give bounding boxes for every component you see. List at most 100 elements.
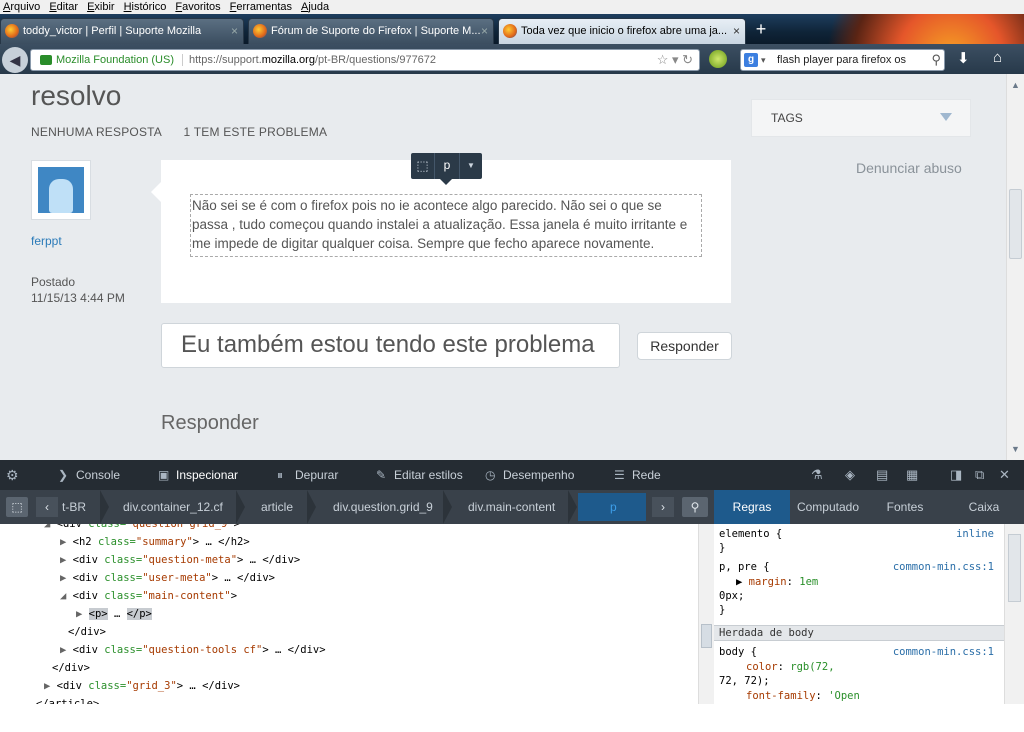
crumb-scroll-right-icon[interactable]: › (652, 497, 674, 517)
scratchpad-icon[interactable]: ▦ (906, 467, 918, 483)
url-bar[interactable]: Mozilla Foundation (US) https://support.… (30, 49, 700, 71)
expand-icon[interactable]: ▶ (736, 576, 749, 588)
markup-node[interactable]: </div> (52, 659, 90, 677)
scroll-down-icon[interactable]: ▼ (1011, 444, 1020, 454)
tab-inspector[interactable]: ▣ Inspecionar (154, 460, 238, 490)
rules-scrollbar[interactable] (1004, 524, 1024, 704)
tab-close-icon[interactable]: × (481, 19, 488, 43)
tags-dropdown[interactable]: TAGS (751, 99, 971, 137)
tab-box[interactable]: Caixa (944, 490, 1024, 524)
menu-exibir[interactable]: Exibir (84, 0, 121, 14)
menu-favoritos[interactable]: Favoritos (172, 0, 226, 14)
menu-editar[interactable]: Editar (46, 0, 84, 14)
breadcrumb-item[interactable]: t-BR (62, 490, 86, 524)
avatar[interactable] (31, 160, 91, 220)
tab-console[interactable]: ❯ Console (54, 460, 120, 490)
reply-button[interactable]: Responder (637, 332, 732, 360)
search-input[interactable]: g ▾ flash player para firefox os ⚲ (740, 49, 945, 71)
scroll-up-icon[interactable]: ▲ (1011, 80, 1020, 90)
google-icon[interactable]: g (744, 53, 758, 67)
tab-rules[interactable]: Regras (714, 490, 790, 524)
expand-icon[interactable]: ▶ (60, 536, 73, 548)
home-icon[interactable]: ⌂ (993, 49, 1002, 66)
expand-icon[interactable]: ▶ (76, 608, 89, 620)
dock-side-icon[interactable]: ◨ (950, 467, 962, 483)
tab-close-icon[interactable]: × (231, 19, 238, 43)
markup-node[interactable]: ▶ <p> … </p> (76, 605, 152, 623)
breadcrumb-item[interactable]: div.container_12.cf (123, 490, 223, 524)
tab-performance[interactable]: ◷ Desempenho (481, 460, 574, 490)
rule-declaration[interactable]: ▶ margin: 1em (736, 575, 818, 589)
menu-historico[interactable]: Histórico (121, 0, 173, 14)
breadcrumb-item[interactable]: article (261, 490, 293, 524)
tab-computed[interactable]: Computado (790, 490, 866, 524)
markup-node[interactable]: ▶ <div class="question-tools cf"> … </di… (60, 641, 326, 659)
close-icon[interactable]: ✕ (999, 467, 1010, 483)
markup-node[interactable]: ▶ <div class="question-meta"> … </div> (60, 551, 300, 569)
expand-icon[interactable]: ▶ (60, 644, 73, 656)
tab-network[interactable]: ☰ Rede (610, 460, 661, 490)
markup-scrollbar[interactable] (698, 524, 714, 704)
search-go-icon[interactable]: ⚲ (931, 50, 941, 70)
scroll-thumb[interactable] (701, 624, 712, 648)
collapse-icon[interactable]: ◢ (60, 590, 73, 602)
report-abuse-link[interactable]: Denunciar abuso (856, 160, 962, 176)
menu-arquivo[interactable]: Arquivo (0, 0, 46, 14)
site-identity[interactable]: Mozilla Foundation (US) (56, 54, 183, 66)
breadcrumb-item-selected[interactable]: p (610, 490, 617, 524)
markup-node[interactable]: </div> (68, 623, 106, 641)
highlighter-dropdown-icon[interactable]: ▼ (459, 153, 482, 179)
rule-source-link[interactable]: common-min.css:1 (893, 560, 994, 574)
responsive-icon[interactable]: ▤ (876, 467, 888, 483)
crumb-scroll-left-icon[interactable]: ‹ (36, 497, 58, 517)
menu-ajuda[interactable]: Ajuda (298, 0, 335, 14)
rule-selector[interactable]: body { (719, 645, 757, 659)
markup-node[interactable]: ▶ <div class="user-meta"> … </div> (60, 569, 275, 587)
browser-tab-profile[interactable]: toddy_victor | Perfil | Suporte Mozilla … (0, 18, 244, 44)
tab-debugger[interactable]: ⏸ Depurar (273, 460, 338, 490)
engine-dropdown-icon[interactable]: ▾ (761, 50, 766, 70)
tab-close-icon[interactable]: × (733, 19, 740, 43)
tab-style-editor[interactable]: ✎ Editar estilos (372, 460, 463, 490)
element-picker-button[interactable]: ⬚ (6, 497, 28, 517)
markup-node[interactable]: ▶ <h2 class="summary"> … </h2> (60, 533, 250, 551)
rule-declaration[interactable]: font-family: 'Open (746, 689, 860, 703)
markup-node[interactable]: </article> (36, 695, 99, 704)
tab-fonts[interactable]: Fontes (866, 490, 944, 524)
gear-icon[interactable]: ⚙ (6, 467, 19, 484)
rule-source-link[interactable]: inline (956, 527, 994, 541)
markup-view[interactable]: ◢ <div class="question grid_9"> ▶ <h2 cla… (0, 524, 698, 704)
browser-tab-forum[interactable]: Fórum de Suporte do Firefox | Suporte M.… (248, 18, 494, 44)
page-scrollbar[interactable]: ▲ ▼ (1006, 74, 1024, 460)
search-icon[interactable]: ⚲ (682, 497, 708, 517)
menu-ferramentas[interactable]: Ferramentas (227, 0, 298, 14)
markup-node[interactable]: ◢ <div class="main-content"> (60, 587, 237, 605)
rule-declaration[interactable]: color: rgb(72, (746, 660, 835, 674)
bookmark-star-icon[interactable]: ☆ ▾ ↻ (657, 52, 693, 68)
pick-element-icon[interactable]: ⬚ (411, 153, 435, 179)
downloads-icon[interactable]: ⬇ (957, 49, 970, 67)
back-button[interactable]: ◀ (2, 47, 28, 73)
breadcrumb-item[interactable]: div.question.grid_9 (333, 490, 433, 524)
markup-node[interactable]: ◢ <div class="question grid_9"> (44, 524, 240, 533)
expand-icon[interactable]: ▶ (44, 680, 57, 692)
breadcrumb-item[interactable]: div.main-content (468, 490, 555, 524)
scroll-thumb[interactable] (1009, 189, 1022, 259)
browser-tab-question[interactable]: Toda vez que inicio o firefox abre uma j… (498, 18, 746, 44)
rule-selector[interactable]: p, pre { (719, 560, 770, 574)
3d-view-icon[interactable]: ◈ (845, 467, 855, 483)
new-tab-button[interactable]: + (750, 18, 772, 42)
paintbrush-icon[interactable]: ⚗ (811, 467, 823, 483)
undock-icon[interactable]: ⧉ (975, 467, 984, 483)
me-too-button[interactable]: Eu também estou tendo este problema (161, 323, 620, 368)
rule-source-link[interactable]: common-min.css:1 (893, 645, 994, 659)
collapse-icon[interactable]: ◢ (44, 524, 57, 530)
markup-node[interactable]: ▶ <div class="grid_3"> … </div> (44, 677, 240, 695)
scroll-thumb[interactable] (1008, 534, 1021, 602)
addon-icon[interactable] (709, 50, 727, 68)
rule-selector[interactable]: elemento { (719, 527, 782, 541)
username-link[interactable]: ferppt (31, 234, 62, 248)
highlighter-tag[interactable]: p (435, 153, 459, 179)
expand-icon[interactable]: ▶ (60, 554, 73, 566)
expand-icon[interactable]: ▶ (60, 572, 73, 584)
